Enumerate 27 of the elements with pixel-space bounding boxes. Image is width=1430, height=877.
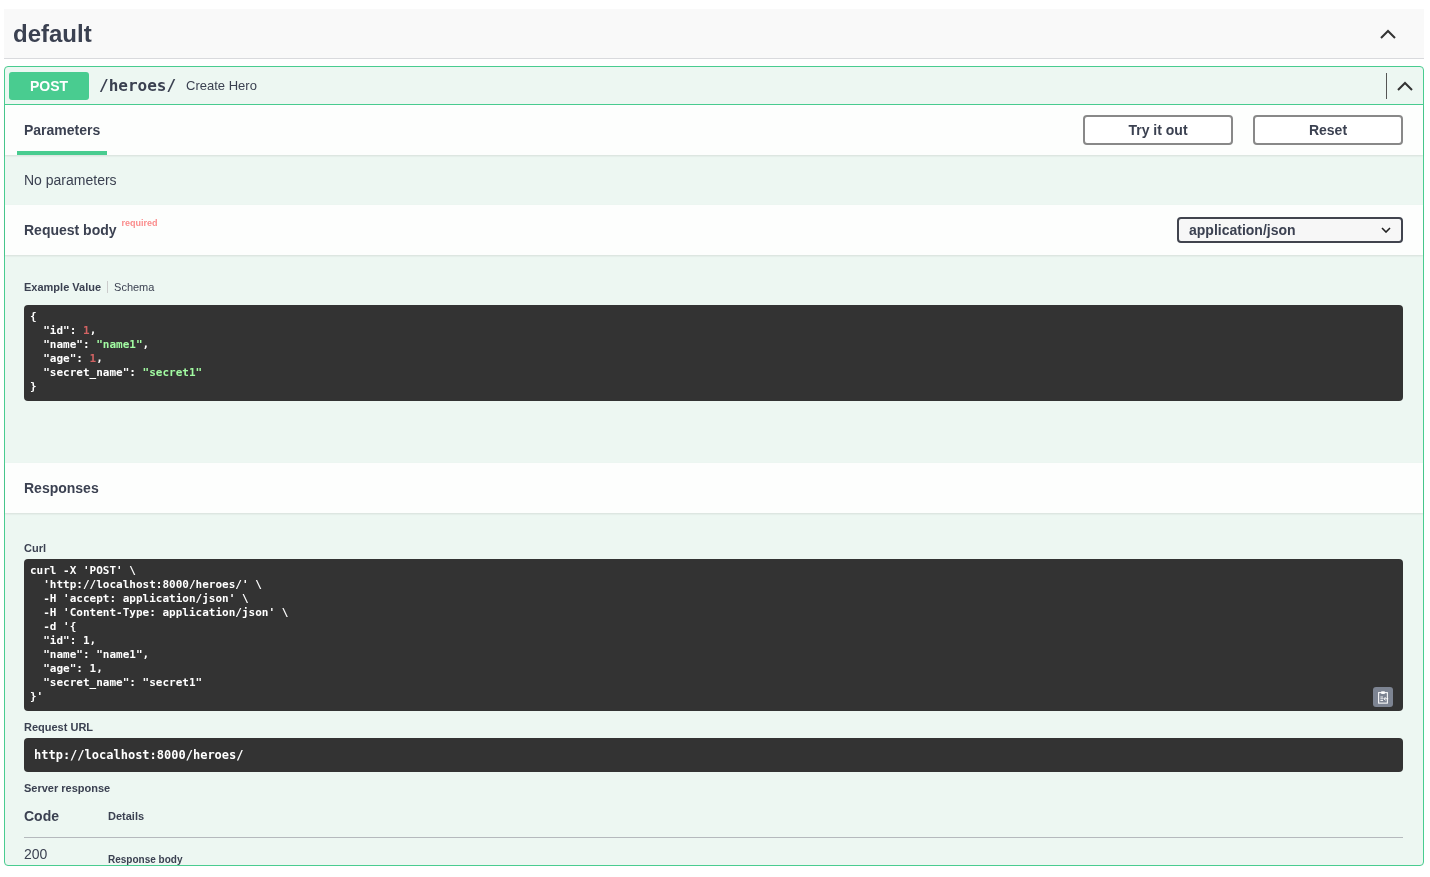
method-badge: POST — [9, 71, 89, 100]
action-button[interactable]: Try it out — [1083, 115, 1233, 145]
copy-to-clipboard-button[interactable] — [1373, 687, 1393, 707]
section-header[interactable]: default — [4, 9, 1424, 59]
curl-label: Curl — [24, 542, 47, 554]
section-title: default — [13, 19, 92, 48]
content-type-select[interactable]: application/json — [1177, 217, 1403, 243]
parameters-tab[interactable]: Parameters — [17, 105, 108, 155]
responses-title: Responses — [24, 480, 99, 496]
example-tab[interactable]: Example Value — [24, 281, 109, 293]
example-tab[interactable]: Schema — [108, 281, 161, 293]
operation-summary: Create Hero — [186, 78, 257, 93]
endpoint-path: /heroes/ — [99, 76, 177, 95]
action-button[interactable]: Reset — [1253, 115, 1403, 145]
request-body-title: Request body — [24, 222, 117, 238]
no-parameters-text: No parameters — [24, 172, 117, 188]
response-body-label: Response body — [108, 854, 183, 865]
response-code: 200 — [24, 846, 49, 862]
example-code-block: { "id": 1, "name": "name1", "age": 1, "secret_name": "secret1" } — [24, 305, 1403, 401]
curl-code-block: curl -X 'POST' \ 'http://localhost:8000/heroes/' \ -H 'accept: application/json' \ -H 'Content-Type: application/json' \ -d '{ "id": 1, "name": "name1", "age": 1, "secret_name": "secret1" }' — [24, 559, 1403, 711]
request-url-value: http://localhost:8000/heroes/ — [24, 738, 1403, 772]
code-column-header: Code — [24, 808, 60, 824]
clipboard-icon — [1376, 690, 1390, 704]
request-url-label: Request URL — [24, 721, 95, 733]
details-column-header: Details — [108, 810, 145, 822]
required-label: required — [121, 218, 158, 228]
server-response-label: Server response — [24, 782, 112, 794]
